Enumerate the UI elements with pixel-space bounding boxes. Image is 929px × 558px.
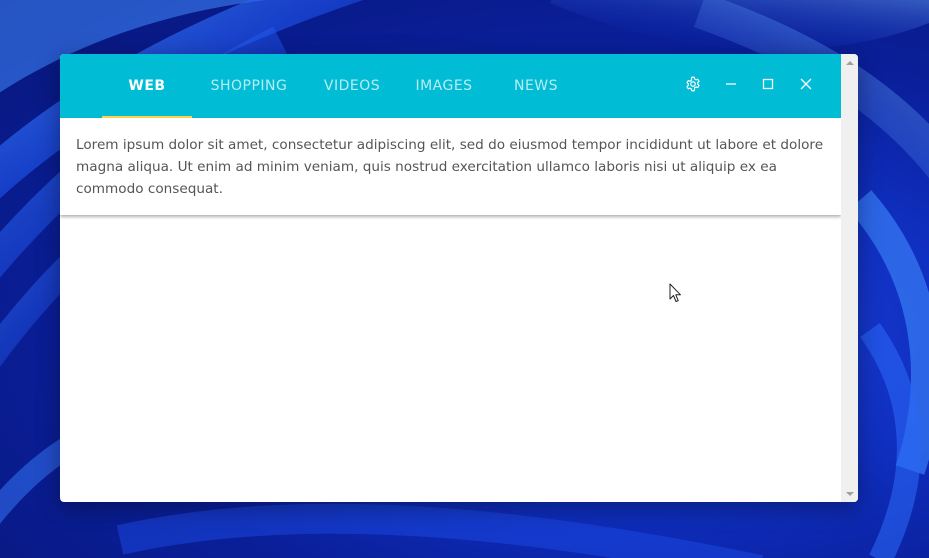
settings-button[interactable]	[681, 72, 705, 96]
tab-web-label: WEB	[128, 78, 166, 94]
minimize-icon	[726, 83, 736, 85]
tab-shopping-label: SHOPPING	[210, 78, 288, 94]
vertical-scrollbar[interactable]	[841, 54, 858, 502]
maximize-icon	[762, 78, 774, 90]
maximize-button[interactable]	[756, 72, 780, 96]
tab-videos[interactable]: VIDEOS	[310, 54, 394, 118]
scroll-up-arrow[interactable]	[841, 54, 858, 71]
app-window: WEB SHOPPING VIDEOS IMAGES NEWS Lorem ip…	[60, 54, 858, 502]
tab-web[interactable]: WEB	[102, 54, 192, 118]
minimize-button[interactable]	[719, 72, 743, 96]
chevron-down-icon	[845, 491, 854, 496]
tab-images-label: IMAGES	[415, 78, 473, 94]
tab-news-label: NEWS	[513, 78, 559, 94]
content-card: Lorem ipsum dolor sit amet, consectetur …	[60, 118, 841, 215]
close-icon	[800, 78, 812, 90]
tab-videos-label: VIDEOS	[323, 78, 381, 94]
close-button[interactable]	[794, 72, 818, 96]
tab-bar: WEB SHOPPING VIDEOS IMAGES NEWS	[60, 54, 841, 118]
tab-news[interactable]: NEWS	[496, 54, 576, 118]
chevron-up-icon	[845, 60, 854, 65]
tab-shopping[interactable]: SHOPPING	[194, 54, 304, 118]
content-text: Lorem ipsum dolor sit amet, consectetur …	[76, 137, 824, 197]
tab-images[interactable]: IMAGES	[400, 54, 488, 118]
desktop: WEB SHOPPING VIDEOS IMAGES NEWS Lorem ip…	[0, 0, 929, 558]
mouse-cursor-icon	[669, 283, 681, 302]
scroll-down-arrow[interactable]	[841, 485, 858, 502]
gear-icon	[686, 76, 700, 92]
